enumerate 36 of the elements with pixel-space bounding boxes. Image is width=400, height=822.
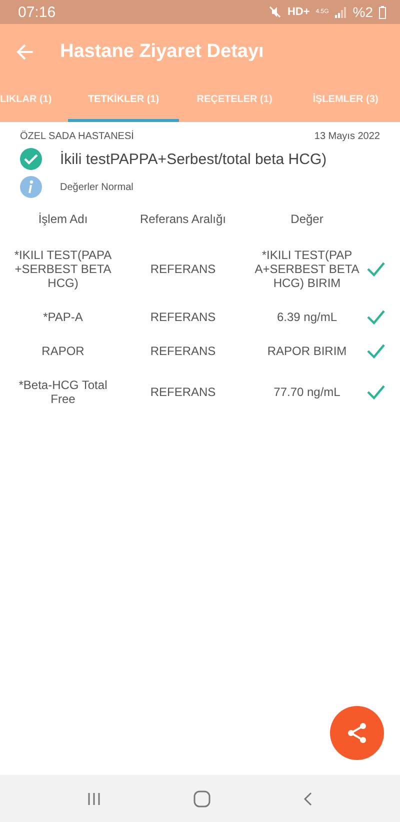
tab[interactable]: REÇETELER (1)	[179, 80, 290, 122]
recents-button[interactable]	[86, 790, 102, 806]
mute-icon	[269, 6, 282, 18]
table-cell-text: *PAP-A	[42, 309, 84, 326]
table-cell-text: REFERANS	[149, 385, 217, 399]
column-header: İşlem Adı	[37, 211, 89, 228]
visit-date: 13 Mayıs 2022	[314, 131, 380, 142]
table-cell-text: RAPOR	[40, 343, 86, 360]
network-label: HD+	[287, 6, 310, 18]
home-button[interactable]	[192, 790, 211, 808]
tab[interactable]: İŞLEMLER (3)	[290, 80, 400, 122]
column-header: Değer	[290, 211, 324, 228]
status-time: 07:16	[18, 4, 57, 20]
share-button[interactable]	[330, 706, 384, 760]
battery-level: %2	[352, 4, 373, 20]
info-text: Değerler Normal	[60, 182, 134, 192]
battery-icon	[379, 6, 386, 18]
table-cell-text: 6.39 ng/mL	[276, 309, 338, 326]
info-icon	[20, 176, 42, 198]
tab[interactable]: LIKLAR (1)	[0, 80, 68, 122]
signal-icon	[334, 6, 347, 18]
table-cell-text: *IKILI TEST(PAP A+SERBEST BETA HCG) BIRIM	[254, 247, 360, 292]
column-header: Referans Aralığı	[138, 211, 228, 228]
tab[interactable]: TETKİKLER (1)	[68, 80, 179, 122]
table-cell-text: *Beta-HCG Total Free	[18, 377, 108, 408]
share-icon	[345, 721, 369, 745]
test-name: İkili testPAPPA+Serbest/total beta HCG)	[60, 150, 327, 168]
table-cell-text: *IKILI TEST(PAPA +SERBEST BETA HCG)	[13, 247, 113, 292]
table-cell-text: 77.70 ng/mL	[272, 384, 342, 401]
table-cell-text: REFERANS	[149, 310, 217, 324]
hospital-name: ÖZEL SADA HASTANESİ	[20, 131, 134, 142]
table-cell-text: REFERANS	[149, 344, 217, 358]
table-cell-text: RAPOR BIRIM	[266, 343, 348, 360]
table-cell-text: REFERANS	[149, 262, 217, 276]
page-title: Hastane Ziyaret Detayı	[60, 41, 264, 63]
back-nav-button[interactable]	[302, 790, 314, 806]
